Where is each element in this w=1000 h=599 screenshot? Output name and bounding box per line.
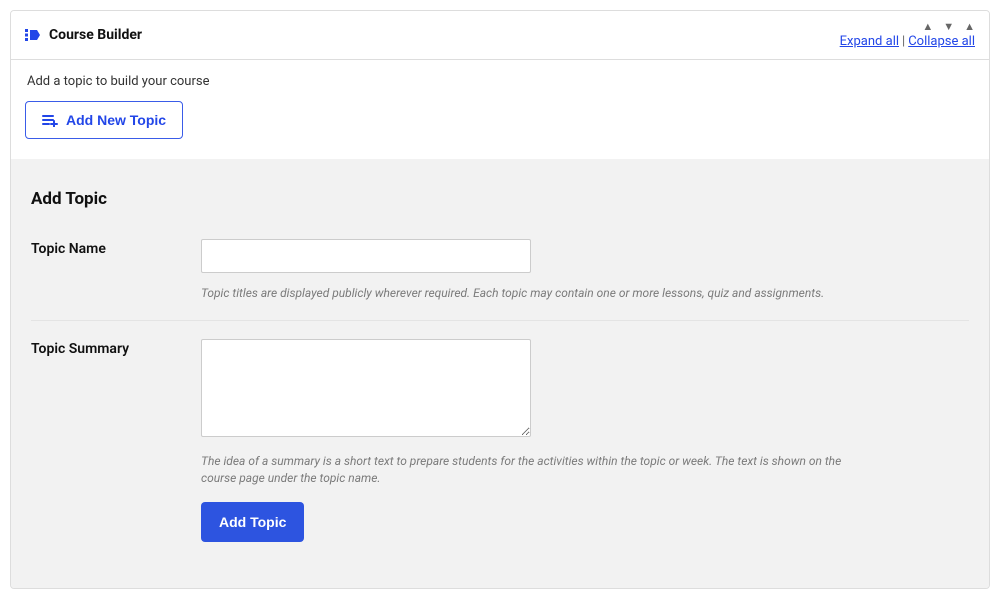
field-topic-name: Topic titles are displayed publicly wher…	[201, 239, 969, 302]
field-topic-summary: The idea of a summary is a short text to…	[201, 339, 969, 543]
add-new-topic-button[interactable]: Add New Topic	[25, 101, 183, 139]
topic-name-input[interactable]	[201, 239, 531, 273]
chevron-down-icon[interactable]: ▼	[943, 21, 954, 32]
row-topic-name: Topic Name Topic titles are displayed pu…	[31, 231, 969, 320]
panel-arrows: ▲ ▼ ▲	[922, 21, 975, 32]
chevron-up-icon[interactable]: ▲	[922, 21, 933, 32]
caret-up-icon[interactable]: ▲	[964, 21, 975, 32]
panel-header-controls: ▲ ▼ ▲ Expand all|Collapse all	[840, 21, 975, 49]
expand-all-link[interactable]: Expand all	[840, 34, 899, 49]
add-topic-icon	[42, 113, 58, 127]
help-topic-name: Topic titles are displayed publicly wher…	[201, 285, 861, 302]
help-topic-summary: The idea of a summary is a short text to…	[201, 453, 861, 487]
panel-title-wrap: Course Builder	[25, 27, 142, 43]
topic-summary-input[interactable]	[201, 339, 531, 437]
panel-header: Course Builder ▲ ▼ ▲ Expand all|Collapse…	[11, 11, 989, 60]
add-topic-form: Add Topic Topic Name Topic titles are di…	[11, 159, 989, 588]
expand-collapse-line: Expand all|Collapse all	[840, 34, 975, 49]
builder-icon	[25, 28, 41, 42]
label-topic-name: Topic Name	[31, 239, 201, 257]
hint-text: Add a topic to build your course	[27, 74, 975, 89]
course-builder-panel: Course Builder ▲ ▼ ▲ Expand all|Collapse…	[10, 10, 990, 589]
panel-title: Course Builder	[49, 27, 142, 43]
panel-top-body: Add a topic to build your course Add New…	[11, 60, 989, 159]
section-title: Add Topic	[31, 189, 969, 209]
add-topic-submit-button[interactable]: Add Topic	[201, 502, 304, 542]
add-new-topic-label: Add New Topic	[66, 112, 166, 128]
separator: |	[899, 34, 908, 49]
label-topic-summary: Topic Summary	[31, 339, 201, 357]
row-topic-summary: Topic Summary The idea of a summary is a…	[31, 320, 969, 561]
collapse-all-link[interactable]: Collapse all	[908, 34, 975, 49]
